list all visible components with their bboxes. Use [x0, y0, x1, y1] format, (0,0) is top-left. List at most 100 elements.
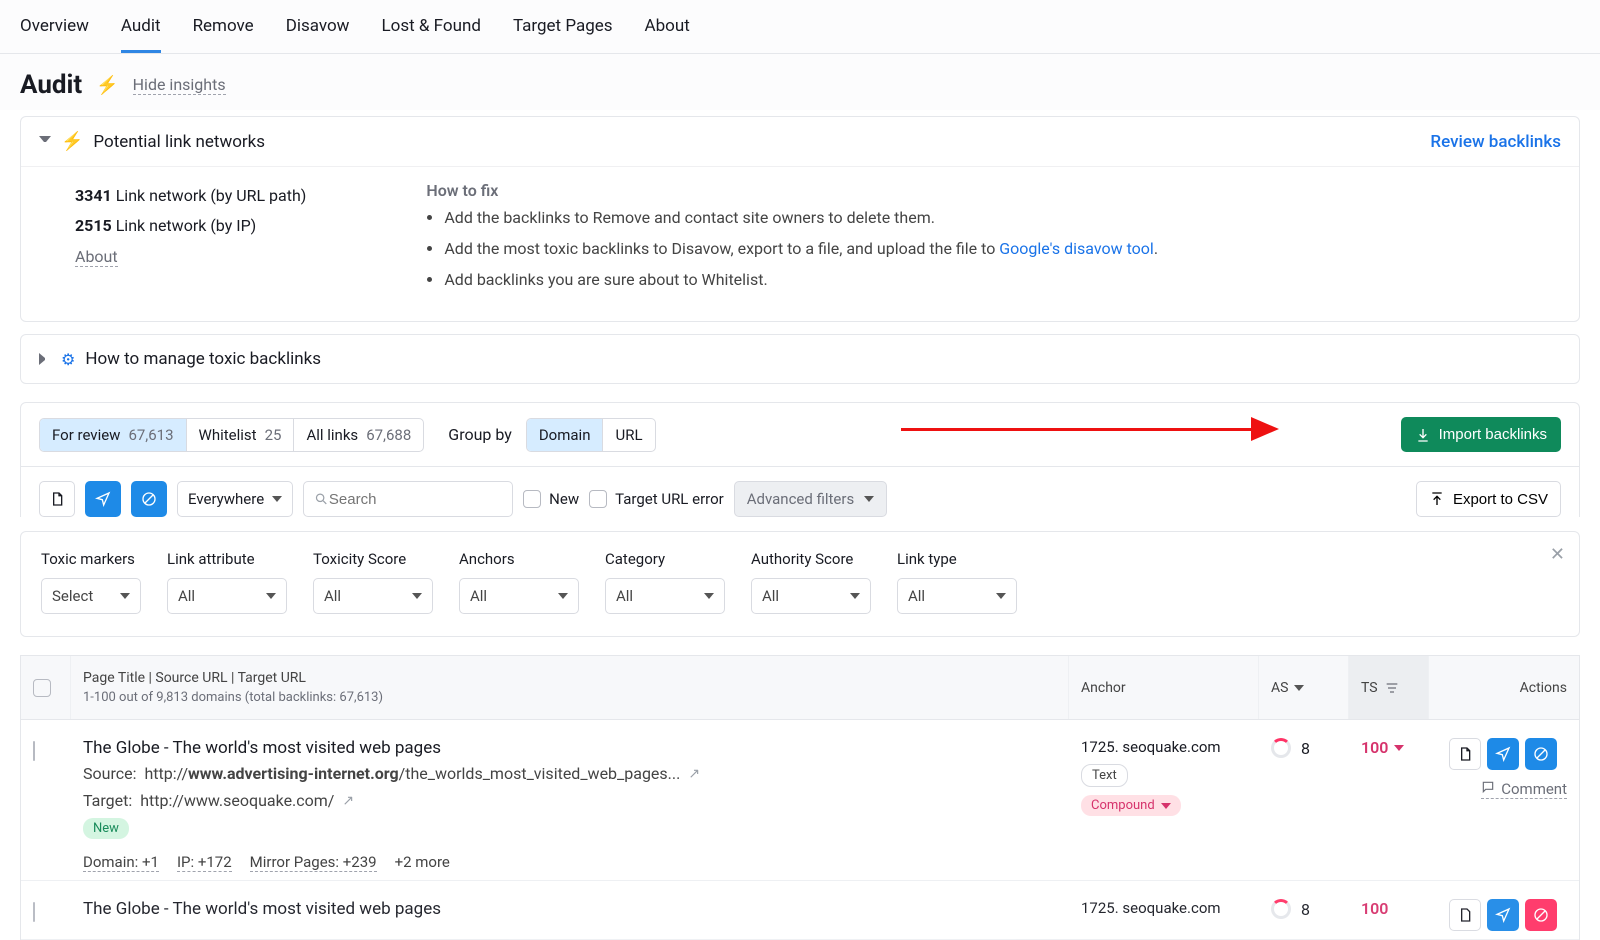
filter-link-type[interactable]: All: [897, 578, 1017, 614]
fix-step-1: Add the backlinks to Remove and contact …: [444, 208, 1158, 227]
chevron-down-icon: [266, 593, 276, 599]
action-whitelist-button[interactable]: [1449, 899, 1481, 931]
filter-toxicity-score[interactable]: All: [313, 578, 433, 614]
col-anchor[interactable]: Anchor: [1069, 656, 1259, 719]
how-to-fix-heading: How to fix: [426, 181, 1158, 200]
tab-all-links[interactable]: All links67,688: [294, 419, 423, 451]
block-icon: [1533, 907, 1549, 923]
metric-url-path-label: Link network (by URL path): [116, 186, 307, 205]
chevron-down-icon[interactable]: [39, 136, 51, 148]
send-icon: [95, 491, 111, 507]
export-csv-button[interactable]: Export to CSV: [1416, 481, 1561, 517]
table-row: The Globe - The world's most visited web…: [21, 720, 1579, 881]
anchor-text: 1725. seoquake.com: [1081, 899, 1247, 917]
sort-icon: [1294, 685, 1304, 691]
select-all-checkbox[interactable]: [33, 679, 51, 697]
col-checkbox: [21, 656, 71, 719]
action-send-button[interactable]: [1487, 899, 1519, 931]
advanced-filters-button[interactable]: Advanced filters: [734, 481, 887, 517]
send-action-button[interactable]: [85, 481, 121, 517]
action-remove-button[interactable]: [1525, 899, 1557, 931]
external-link-icon[interactable]: ↗: [342, 793, 354, 809]
nav-audit[interactable]: Audit: [121, 16, 161, 53]
search-icon: [314, 491, 329, 507]
search-input[interactable]: [303, 481, 513, 517]
filter-anchors[interactable]: All: [459, 578, 579, 614]
scope-select[interactable]: Everywhere: [177, 481, 293, 517]
nav-target-pages[interactable]: Target Pages: [513, 16, 613, 53]
action-send-button[interactable]: [1487, 738, 1519, 770]
tab-for-review[interactable]: For review67,613: [40, 419, 187, 451]
fix-step-2: Add the most toxic backlinks to Disavow,…: [444, 239, 1158, 258]
filter-authority-score[interactable]: All: [751, 578, 871, 614]
about-link[interactable]: About: [75, 247, 118, 267]
nav-lost-found[interactable]: Lost & Found: [381, 16, 480, 53]
top-nav: Overview Audit Remove Disavow Lost & Fou…: [0, 0, 1600, 54]
send-icon: [1495, 907, 1511, 923]
filter-link-attribute[interactable]: All: [167, 578, 287, 614]
block-action-button[interactable]: [131, 481, 167, 517]
filter-toxic-markers[interactable]: Select: [41, 578, 141, 614]
row-checkbox[interactable]: [33, 741, 35, 761]
row-page-title[interactable]: The Globe - The world's most visited web…: [83, 738, 1057, 758]
filter-label-toxicity-score: Toxicity Score: [313, 550, 433, 568]
groupby-url[interactable]: URL: [603, 419, 654, 451]
target-url-error-checkbox[interactable]: Target URL error: [589, 490, 724, 508]
ts-value[interactable]: 100: [1361, 738, 1417, 757]
new-checkbox[interactable]: New: [523, 490, 579, 508]
meta-domain[interactable]: Domain: +1: [83, 853, 159, 872]
chevron-down-icon: [996, 593, 1006, 599]
search-field[interactable]: [329, 491, 502, 508]
row-target-url[interactable]: Target: http://www.seoquake.com/ ↗: [83, 791, 1057, 810]
chevron-right-icon[interactable]: [39, 353, 51, 365]
nav-remove[interactable]: Remove: [193, 16, 254, 53]
gear-icon: ⚙: [61, 350, 75, 369]
nav-disavow[interactable]: Disavow: [286, 16, 350, 53]
bolt-icon: ⚡: [96, 75, 118, 96]
meta-ip[interactable]: IP: +172: [177, 853, 232, 872]
ts-value[interactable]: 100: [1361, 899, 1417, 918]
col-as[interactable]: AS: [1259, 656, 1349, 719]
score-donut-icon: [1271, 899, 1291, 919]
row-source-url[interactable]: Source: http://www.advertising-internet.…: [83, 764, 1057, 783]
network-metrics: 3341 Link network (by URL path) 2515 Lin…: [75, 167, 306, 301]
whitelist-action-button[interactable]: [39, 481, 75, 517]
page-title: Audit: [20, 70, 82, 100]
new-badge: New: [83, 818, 129, 839]
hide-insights-link[interactable]: Hide insights: [133, 75, 226, 95]
chevron-down-icon: [558, 593, 568, 599]
action-block-button[interactable]: [1525, 738, 1557, 770]
col-ts[interactable]: TS: [1349, 656, 1429, 719]
meta-mirror[interactable]: Mirror Pages: +239: [250, 853, 377, 872]
close-icon[interactable]: ✕: [1550, 544, 1565, 565]
chevron-down-icon: [864, 496, 874, 502]
how-to-fix: How to fix Add the backlinks to Remove a…: [426, 167, 1158, 301]
document-icon: [1457, 746, 1473, 762]
filter-label-anchors: Anchors: [459, 550, 579, 568]
filter-label-link-attribute: Link attribute: [167, 550, 287, 568]
filter-category[interactable]: All: [605, 578, 725, 614]
panel-title: How to manage toxic backlinks: [85, 349, 321, 369]
chevron-down-icon: [1394, 745, 1404, 751]
action-whitelist-button[interactable]: [1449, 738, 1481, 770]
review-backlinks-link[interactable]: Review backlinks: [1430, 132, 1561, 152]
upload-icon: [1429, 491, 1445, 507]
groupby-domain[interactable]: Domain: [527, 419, 604, 451]
seg-review-group: For review67,613 Whitelist25 All links67…: [39, 418, 424, 452]
col-title-url[interactable]: Page Title | Source URL | Target URL 1-1…: [71, 656, 1069, 719]
nav-about[interactable]: About: [645, 16, 690, 53]
nav-overview[interactable]: Overview: [20, 16, 89, 53]
external-link-icon[interactable]: ↗: [688, 766, 700, 782]
comment-link[interactable]: Comment: [1481, 780, 1567, 799]
disavow-tool-link[interactable]: Google's disavow tool: [999, 239, 1154, 258]
anchor-tag-compound[interactable]: Compound: [1081, 795, 1181, 816]
import-backlinks-button[interactable]: Import backlinks: [1401, 417, 1561, 452]
row-checkbox[interactable]: [33, 902, 35, 922]
send-icon: [1495, 746, 1511, 762]
tab-whitelist[interactable]: Whitelist25: [187, 419, 295, 451]
results-table: Page Title | Source URL | Target URL 1-1…: [20, 655, 1580, 940]
row-meta-links: Domain: +1 IP: +172 Mirror Pages: +239 +…: [83, 853, 1057, 872]
block-icon: [1533, 746, 1549, 762]
row-page-title[interactable]: The Globe - The world's most visited web…: [83, 899, 1057, 919]
meta-more[interactable]: +2 more: [395, 853, 450, 872]
